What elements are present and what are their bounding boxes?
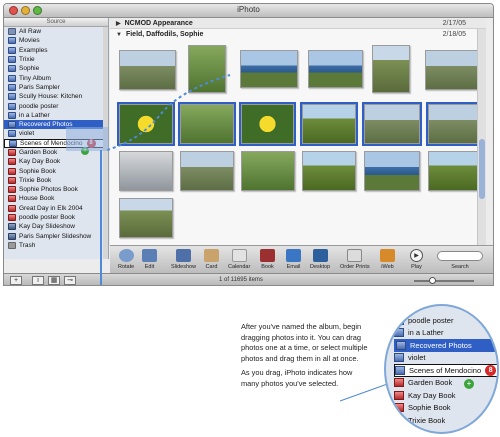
caption-paragraph-2: As you drag, iPhoto indicates how many p… <box>241 368 353 388</box>
book-icon <box>394 390 404 400</box>
magnified-item-label: Recovered Photos <box>410 340 472 350</box>
magnified-source-item: poodle poster <box>394 314 497 327</box>
album-icon <box>395 365 405 375</box>
magnified-item-label: Trixie Book <box>408 415 446 425</box>
magnified-source-item: Trixie Book <box>394 414 497 427</box>
book-icon <box>394 378 404 388</box>
magnified-item-label: in a Lather <box>408 328 444 338</box>
magnified-source-item: Scenes of Mendocino 8 <box>394 364 497 377</box>
magnified-item-label: violet <box>408 353 426 363</box>
drag-path-line <box>106 74 231 151</box>
magnified-source-item: Kay Day Book <box>394 389 497 402</box>
album-icon <box>394 353 404 363</box>
magnified-item-label: Kay Day Book <box>408 390 456 400</box>
magnified-item-label: poodle poster <box>408 315 454 325</box>
magnified-source-item: Recovered Photos <box>394 339 497 352</box>
album-icon <box>394 315 404 325</box>
magnified-source-item: violet <box>394 352 497 365</box>
caption-paragraph-1: After you've named the album, begin drag… <box>241 322 368 363</box>
magnified-item-label: Garden Book <box>408 378 453 388</box>
drag-ghost-image <box>66 127 108 151</box>
magnified-source-item: in a Lather <box>394 327 497 340</box>
magnified-source-item: Sophie Book <box>394 402 497 415</box>
magnified-item-label: Scenes of Mendocino <box>409 365 482 375</box>
album-icon <box>396 340 406 350</box>
book-icon <box>394 415 404 425</box>
caption: After you've named the album, begin drag… <box>241 322 369 394</box>
magnified-item-label: Sophie Book <box>408 403 451 413</box>
album-icon <box>394 328 404 338</box>
selection-count-badge: 8 <box>485 364 497 376</box>
magnified-source-item: Garden Book <box>394 377 497 390</box>
drag-copy-plus-icon: + <box>464 379 474 389</box>
book-icon <box>394 403 404 413</box>
magnified-source-list: poodle poster in a Lather Recovered Photos… <box>384 304 499 434</box>
